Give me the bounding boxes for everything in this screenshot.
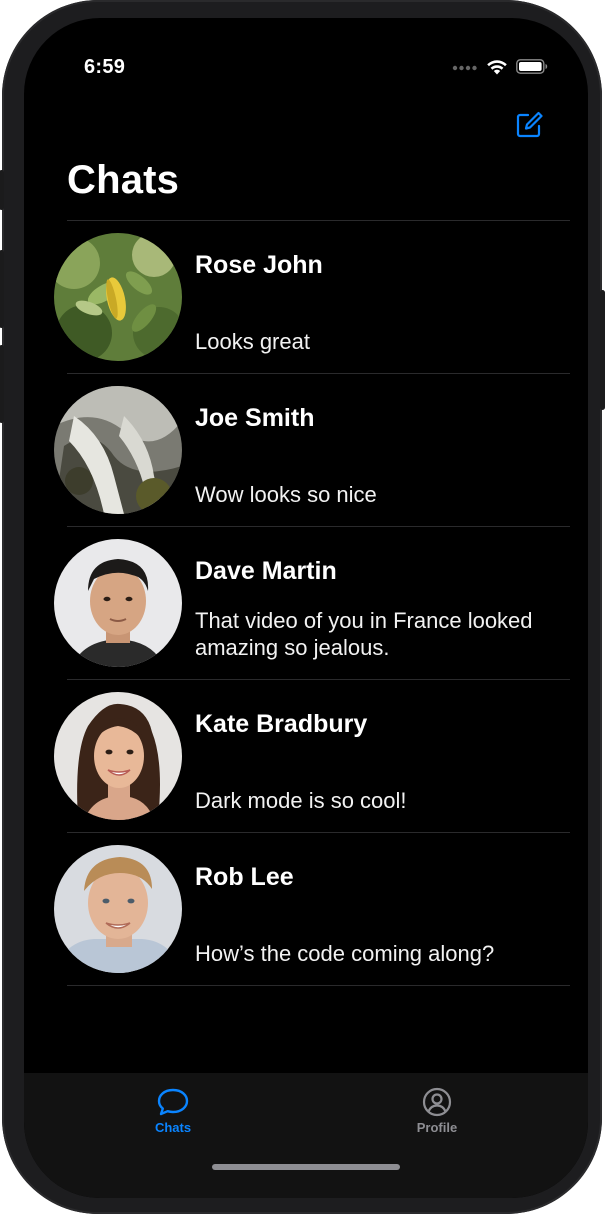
chat-name: Kate Bradbury	[195, 710, 368, 738]
screen: 6:59 Chats Rose John Looks great Joe Smi…	[24, 18, 588, 1198]
signal-icon	[452, 60, 478, 78]
chat-row[interactable]: Kate Bradbury Dark mode is so cool!	[54, 679, 570, 832]
compose-icon	[516, 111, 543, 138]
phone-frame: 6:59 Chats Rose John Looks great Joe Smi…	[0, 0, 605, 1214]
chat-message: That video of you in France looked amazi…	[195, 608, 533, 660]
chat-message: Dark mode is so cool!	[195, 788, 407, 813]
chat-row[interactable]: Dave Martin That video of you in France …	[54, 526, 570, 679]
avatar	[54, 386, 182, 514]
battery-icon	[516, 59, 548, 79]
chat-name: Joe Smith	[195, 404, 315, 432]
chat-message: How’s the code coming along?	[195, 941, 495, 966]
tab-profile[interactable]: Profile	[397, 1087, 477, 1135]
tab-bar: Chats Profile	[24, 1073, 588, 1198]
tab-label: Chats	[154, 1120, 192, 1135]
status-icons	[452, 58, 548, 80]
home-indicator[interactable]	[212, 1164, 400, 1170]
chat-message: Looks great	[195, 329, 310, 354]
tab-chats[interactable]: Chats	[133, 1087, 213, 1135]
chat-list: Rose John Looks great Joe Smith Wow look…	[24, 220, 588, 986]
tab-label: Profile	[416, 1120, 458, 1135]
volume-up-button	[0, 250, 4, 328]
mute-switch	[0, 170, 4, 210]
chat-name: Dave Martin	[195, 557, 337, 585]
volume-down-button	[0, 345, 4, 423]
chat-name: Rob Lee	[195, 863, 294, 891]
chat-message: Wow looks so nice	[195, 482, 377, 507]
chat-bubble-icon	[157, 1088, 189, 1116]
power-button	[600, 290, 605, 410]
page-title: Chats	[67, 158, 180, 202]
avatar	[54, 845, 182, 973]
avatar	[54, 233, 182, 361]
avatar	[54, 692, 182, 820]
chat-row[interactable]: Rose John Looks great	[54, 220, 570, 373]
compose-button[interactable]	[514, 110, 544, 140]
avatar	[54, 539, 182, 667]
chat-name: Rose John	[195, 251, 323, 279]
wifi-icon	[486, 58, 508, 80]
chat-row[interactable]: Joe Smith Wow looks so nice	[54, 373, 570, 526]
status-time: 6:59	[84, 56, 126, 78]
chat-row[interactable]: Rob Lee How’s the code coming along?	[54, 832, 570, 986]
person-circle-icon	[422, 1087, 452, 1117]
